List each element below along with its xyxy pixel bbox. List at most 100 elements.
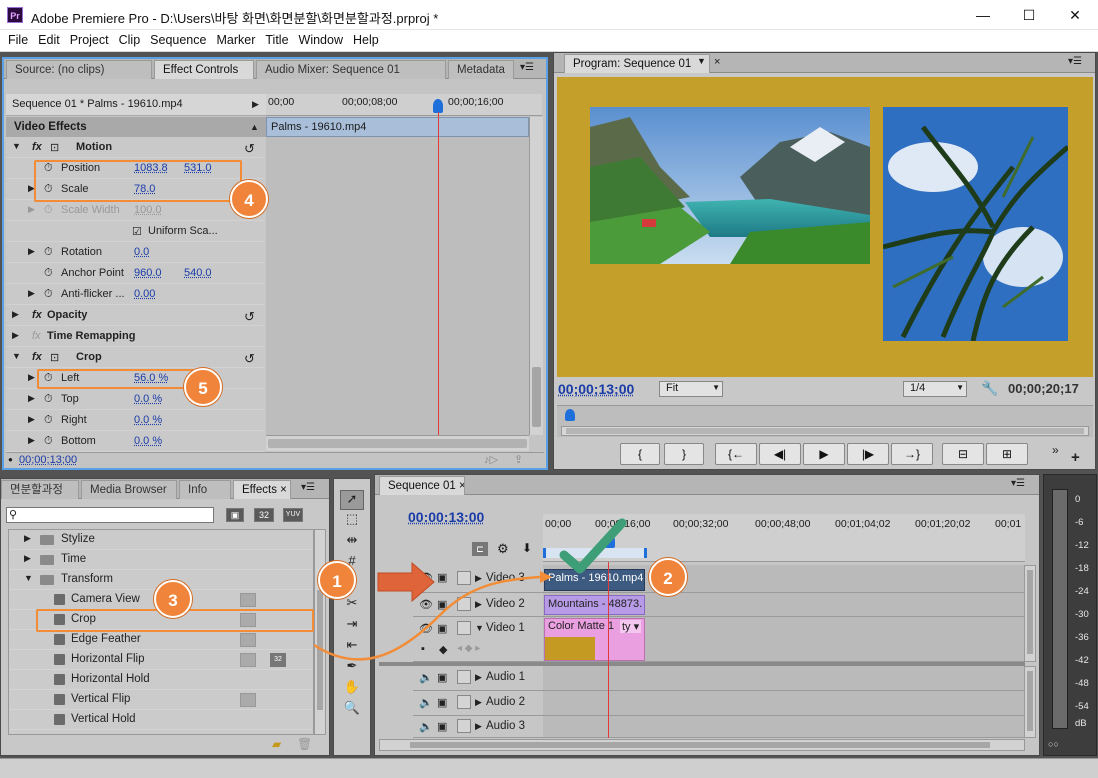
reset-icon[interactable]: ↺ bbox=[244, 141, 255, 157]
menu-help[interactable]: Help bbox=[348, 30, 384, 51]
stopwatch-icon[interactable]: ⏱ bbox=[44, 393, 53, 406]
sync-lock-icon[interactable]: ▣ bbox=[437, 696, 447, 709]
anchor-y-value[interactable]: 540.0 bbox=[184, 267, 212, 279]
panel-menu-icon[interactable]: ▾☰ bbox=[516, 62, 538, 76]
opacity-row[interactable]: ▶ fx Opacity ↺ bbox=[6, 305, 265, 326]
close-button[interactable]: ✕ bbox=[1052, 0, 1098, 30]
track-area-audio-3[interactable] bbox=[543, 716, 1024, 738]
tab-program-monitor[interactable]: Program: Sequence 01 bbox=[564, 54, 710, 73]
menu-title[interactable]: Title bbox=[260, 30, 293, 51]
stopwatch-icon[interactable]: ⏱ bbox=[44, 414, 53, 427]
sync-lock-icon[interactable]: ▣ bbox=[437, 720, 447, 733]
ec-expand-arrow-icon[interactable]: ▶ bbox=[252, 99, 259, 110]
tab-effect-controls[interactable]: Effect Controls bbox=[154, 60, 254, 79]
crop-bottom-value[interactable]: 0.0 % bbox=[134, 435, 162, 447]
ec-keyframe-area[interactable] bbox=[266, 137, 529, 435]
menu-file[interactable]: File bbox=[3, 30, 33, 51]
menu-project[interactable]: Project bbox=[65, 30, 114, 51]
step-back-button[interactable]: ◀| bbox=[759, 443, 801, 465]
menu-sequence[interactable]: Sequence bbox=[145, 30, 211, 51]
time-remapping-row[interactable]: ▶ fx Time Remapping bbox=[6, 326, 265, 347]
step-forward-button[interactable]: |▶ bbox=[847, 443, 889, 465]
crop-top-value[interactable]: 0.0 % bbox=[134, 393, 162, 405]
play-button[interactable]: ▶ bbox=[803, 443, 845, 465]
crop-row[interactable]: ▼ fx ⊡ Crop ↺ bbox=[6, 347, 265, 368]
go-to-in-button[interactable]: {← bbox=[715, 443, 757, 465]
program-timecode[interactable]: 00;00;13;00 bbox=[558, 381, 634, 397]
resolution-dropdown[interactable]: 1/4 ▼ bbox=[903, 381, 967, 397]
lock-track-toggle[interactable] bbox=[457, 719, 471, 733]
stopwatch-icon[interactable]: ⏱ bbox=[44, 267, 53, 280]
32bit-effects-icon[interactable]: 32 bbox=[254, 508, 274, 522]
stopwatch-icon[interactable]: ⏱ bbox=[44, 288, 53, 301]
dropdown-icon[interactable]: ▼ bbox=[697, 56, 706, 66]
selection-tool-icon[interactable]: ➚ bbox=[340, 490, 364, 510]
effects-search-input[interactable]: ⚲ bbox=[6, 507, 214, 523]
export-icon[interactable]: ⇪ bbox=[514, 453, 523, 466]
effect-vertical-hold[interactable]: Vertical Hold bbox=[10, 710, 312, 730]
tab-source[interactable]: Source: (no clips) bbox=[6, 60, 152, 79]
anchor-x-value[interactable]: 960.0 bbox=[134, 267, 162, 279]
tab-effects[interactable]: Effects × bbox=[233, 480, 291, 499]
effect-horizontal-hold[interactable]: Horizontal Hold bbox=[10, 670, 312, 690]
stopwatch-icon[interactable]: ⏱ bbox=[44, 435, 53, 448]
maximize-button[interactable]: ☐ bbox=[1006, 0, 1052, 30]
effect-vertical-flip[interactable]: Vertical Flip bbox=[10, 690, 312, 710]
wrench-icon[interactable]: 🔧 bbox=[981, 380, 998, 397]
go-to-out-button[interactable]: →} bbox=[891, 443, 933, 465]
playhead-icon[interactable] bbox=[565, 409, 575, 421]
tab-audio-mixer[interactable]: Audio Mixer: Sequence 01 bbox=[256, 60, 446, 79]
playhead-icon[interactable] bbox=[433, 99, 443, 113]
stopwatch-icon[interactable]: ⏱ bbox=[44, 246, 53, 259]
close-tab-icon[interactable]: × bbox=[280, 484, 287, 496]
tab-media-browser[interactable]: Media Browser bbox=[81, 480, 177, 499]
lift-button[interactable]: ⊟ bbox=[942, 443, 984, 465]
reset-icon[interactable]: ↺ bbox=[244, 351, 255, 367]
close-tab-icon[interactable]: × bbox=[714, 56, 720, 68]
effect-folder-time[interactable]: ▶ Time bbox=[10, 550, 312, 570]
hand-tool-icon[interactable]: ✋ bbox=[340, 679, 364, 699]
ec-horizontal-scrollbar[interactable] bbox=[266, 435, 529, 451]
timeline-horizontal-scrollbar[interactable] bbox=[379, 739, 1025, 751]
rotation-value[interactable]: 0.0 bbox=[134, 246, 149, 258]
ec-vertical-scrollbar[interactable] bbox=[529, 117, 543, 435]
close-tab-icon[interactable]: × bbox=[459, 480, 464, 492]
extract-button[interactable]: ⊞ bbox=[986, 443, 1028, 465]
track-area-audio-2[interactable] bbox=[543, 691, 1024, 716]
zoom-tool-icon[interactable]: 🔍 bbox=[340, 700, 364, 720]
tab-info[interactable]: Info bbox=[179, 480, 231, 499]
reset-icon[interactable]: ↺ bbox=[244, 309, 255, 325]
audio-tracks-scrollbar[interactable] bbox=[1024, 666, 1036, 738]
panel-menu-icon[interactable]: ▾☰ bbox=[1064, 56, 1086, 70]
effect-edge-feather[interactable]: Edge Feather bbox=[10, 630, 312, 650]
speaker-icon[interactable]: 🔈 bbox=[419, 696, 433, 709]
audio-play-icon[interactable]: ♪▷ bbox=[484, 453, 498, 466]
ec-clip-bar[interactable]: Palms - 19610.mp4 bbox=[266, 117, 529, 137]
effect-folder-stylize[interactable]: ▶ Stylize bbox=[10, 530, 312, 550]
anti-flicker-value[interactable]: 0.00 bbox=[134, 288, 155, 300]
tab-sequence[interactable]: Sequence 01 × bbox=[379, 476, 465, 495]
add-button-icon[interactable]: + bbox=[1071, 449, 1080, 466]
tab-project[interactable]: 면분할과정 bbox=[1, 480, 79, 499]
crop-right-value[interactable]: 0.0 % bbox=[134, 414, 162, 426]
fit-dropdown[interactable]: Fit ▼ bbox=[659, 381, 723, 397]
program-scrubber[interactable] bbox=[557, 405, 1093, 437]
effect-horizontal-flip[interactable]: Horizontal Flip 32 bbox=[10, 650, 312, 670]
mark-in-button[interactable]: { bbox=[620, 443, 660, 465]
collapse-icon[interactable]: ▲ bbox=[250, 122, 259, 132]
uniform-scale-checkbox[interactable]: ☑ bbox=[132, 225, 142, 238]
new-bin-icon[interactable]: ▰ bbox=[272, 737, 281, 751]
mark-out-button[interactable]: } bbox=[664, 443, 704, 465]
ec-timecode[interactable]: 00;00;13;00 bbox=[19, 454, 77, 466]
video-tracks-scrollbar[interactable] bbox=[1024, 565, 1036, 662]
speaker-icon[interactable]: 🔈 bbox=[419, 720, 433, 733]
solo-buttons[interactable]: ○○ bbox=[1048, 739, 1059, 749]
panel-menu-icon[interactable]: ▾☰ bbox=[297, 482, 319, 496]
panel-menu-icon[interactable]: ▾☰ bbox=[1007, 478, 1029, 492]
lock-track-toggle[interactable] bbox=[457, 695, 471, 709]
minimize-button[interactable]: — bbox=[960, 0, 1006, 30]
menu-window[interactable]: Window bbox=[294, 30, 348, 51]
ec-time-ruler[interactable]: 00;00 00;00;08;00 00;00;16;00 bbox=[266, 94, 542, 116]
tab-metadata[interactable]: Metadata bbox=[448, 60, 514, 79]
menu-edit[interactable]: Edit bbox=[33, 30, 65, 51]
